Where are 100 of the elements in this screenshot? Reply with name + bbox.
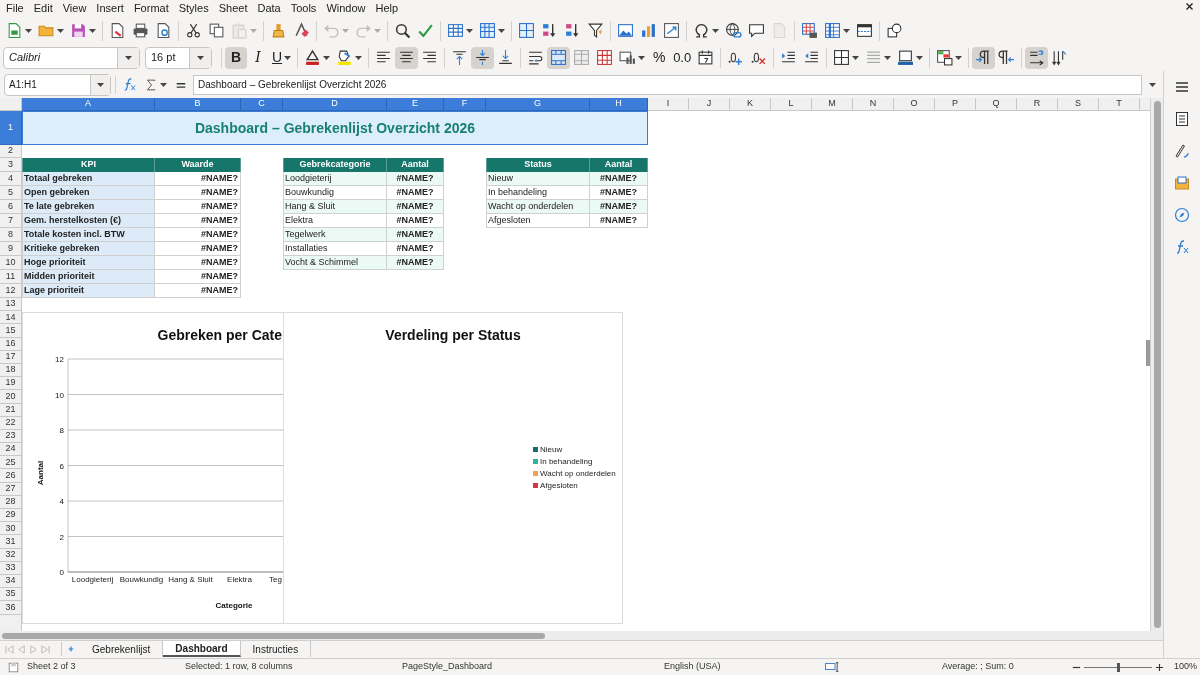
row-header[interactable]: 7 <box>0 214 22 228</box>
formula-input[interactable]: Dashboard – Gebrekenlijst Overzicht 2026 <box>193 74 1142 95</box>
language: English (USA) <box>664 660 722 674</box>
column-header[interactable]: F <box>444 98 486 111</box>
menu-item[interactable]: View <box>57 0 92 17</box>
column-header[interactable]: C <box>241 98 283 111</box>
row-header[interactable]: 31 <box>0 535 22 549</box>
merge-center-button[interactable] <box>547 46 571 69</box>
italic-button[interactable]: I <box>247 46 269 69</box>
row-header[interactable]: 10 <box>0 256 22 270</box>
menu-item[interactable]: Window <box>321 0 371 17</box>
table-cell: In behandeling <box>486 186 590 200</box>
column-header[interactable]: D <box>283 98 387 111</box>
text-direction-button[interactable] <box>1025 46 1049 69</box>
side-handle[interactable] <box>1146 340 1150 366</box>
row-header[interactable]: 4 <box>0 172 22 186</box>
bold-button[interactable]: B <box>225 46 247 69</box>
column-header[interactable]: M <box>812 98 853 111</box>
zoom-slider[interactable] <box>1084 662 1152 672</box>
table-cell: #NAME? <box>155 284 241 298</box>
table-cell: Elektra <box>283 214 387 228</box>
column-header[interactable]: N <box>853 98 894 111</box>
table-cell: #NAME? <box>155 228 241 242</box>
row-header[interactable]: 2 <box>0 145 22 158</box>
number-button[interactable]: 0.0 <box>670 46 695 69</box>
menu-item[interactable]: Tools <box>285 0 322 17</box>
row-header[interactable]: 14 <box>0 311 22 325</box>
menu-item[interactable]: Insert <box>91 0 129 17</box>
row-header[interactable]: 25 <box>0 456 22 470</box>
column-header[interactable]: Q <box>976 98 1017 111</box>
row-header[interactable]: 8 <box>0 228 22 242</box>
row-header[interactable]: 5 <box>0 186 22 200</box>
styles-icon <box>1174 143 1190 159</box>
column-header[interactable]: O <box>894 98 935 111</box>
column-header[interactable]: R <box>1017 98 1058 111</box>
column-header[interactable]: S <box>1058 98 1099 111</box>
scrollbar-thumb[interactable] <box>2 632 545 639</box>
column-header[interactable]: T <box>1099 98 1140 111</box>
pie-chart[interactable]: Verdeling per Status Nieuw In behandeling Wacht op onderdelen Afgesloten <box>283 312 623 624</box>
menu-item[interactable]: Styles <box>173 0 214 17</box>
name-box[interactable]: A1:H1 <box>4 73 111 96</box>
column-header[interactable]: J <box>689 98 730 111</box>
column-header[interactable]: G <box>486 98 590 111</box>
row-header[interactable]: 35 <box>0 588 22 602</box>
row-header[interactable]: 20 <box>0 390 22 404</box>
row-header[interactable]: 15 <box>0 324 22 338</box>
font-size-field[interactable]: 16 pt <box>145 46 212 69</box>
column-header[interactable]: E <box>387 98 444 111</box>
row-header[interactable]: 24 <box>0 443 22 457</box>
align-center-button[interactable] <box>395 46 419 69</box>
slider-thumb[interactable] <box>1117 662 1120 672</box>
column-header[interactable]: K <box>730 98 771 111</box>
caret-icon <box>638 55 646 60</box>
row-header[interactable]: 13 <box>0 298 22 312</box>
bar-chart[interactable]: Gebreken per Cate 0 2 4 6 8 10 12 Loodgieterij Bouwkundig Hang & Sluit Elektra Teg Aantal Categorie <box>22 312 283 624</box>
row-header[interactable]: 30 <box>0 522 22 536</box>
menu-item[interactable]: Sheet <box>213 0 253 17</box>
column-header[interactable]: I <box>648 98 689 111</box>
column-header[interactable]: L <box>771 98 812 111</box>
conditional-format-icon <box>936 49 954 66</box>
table-cell: #NAME? <box>155 172 241 186</box>
column-header[interactable]: H <box>590 98 648 111</box>
row-header[interactable]: 11 <box>0 270 22 284</box>
align-middle-button[interactable] <box>471 46 495 69</box>
row-header[interactable]: 29 <box>0 509 22 523</box>
selection-mode-icon <box>824 661 840 673</box>
row-header[interactable]: 9 <box>0 242 22 256</box>
caret-icon <box>342 28 349 33</box>
menu-item[interactable]: File <box>1 0 29 17</box>
undo-icon <box>323 22 340 39</box>
expand-formula-button[interactable] <box>1146 82 1159 87</box>
column-header[interactable]: A <box>22 98 155 111</box>
menu-item[interactable]: Help <box>370 0 404 17</box>
sheet-tab[interactable]: Dashboard <box>163 641 241 657</box>
menu-item[interactable]: Edit <box>28 0 58 17</box>
pilcrow-right-button[interactable] <box>972 46 996 69</box>
row-header[interactable]: 36 <box>0 601 22 615</box>
row-header[interactable]: 1 <box>0 111 22 145</box>
row-header[interactable]: 12 <box>0 284 22 298</box>
column-header[interactable]: B <box>155 98 241 111</box>
column-header[interactable]: P <box>935 98 976 111</box>
zoom-level[interactable]: 100% <box>1174 660 1198 674</box>
menu-item[interactable]: Format <box>128 0 174 17</box>
underline-button[interactable]: U <box>269 46 295 69</box>
row-header[interactable]: 19 <box>0 377 22 391</box>
row-header[interactable]: 26 <box>0 469 22 483</box>
number-format-icon <box>619 49 637 66</box>
font-color-icon <box>304 49 322 66</box>
row-header[interactable]: 6 <box>0 200 22 214</box>
title-cell[interactable]: Dashboard – Gebrekenlijst Overzicht 2026 <box>22 111 648 145</box>
previous-sheet-icon <box>17 644 26 654</box>
caret-icon <box>374 28 381 33</box>
sheet-tab[interactable]: Instructies <box>240 641 312 657</box>
percent-button[interactable]: % <box>648 46 671 69</box>
menu-item[interactable]: Data <box>252 0 286 17</box>
table-printer-icon <box>801 22 818 39</box>
horizontal-scrollbar[interactable] <box>0 631 1163 640</box>
font-name-field[interactable]: Calibri <box>3 46 140 69</box>
align-bottom-icon <box>497 49 515 66</box>
row-header[interactable]: 3 <box>0 158 22 172</box>
